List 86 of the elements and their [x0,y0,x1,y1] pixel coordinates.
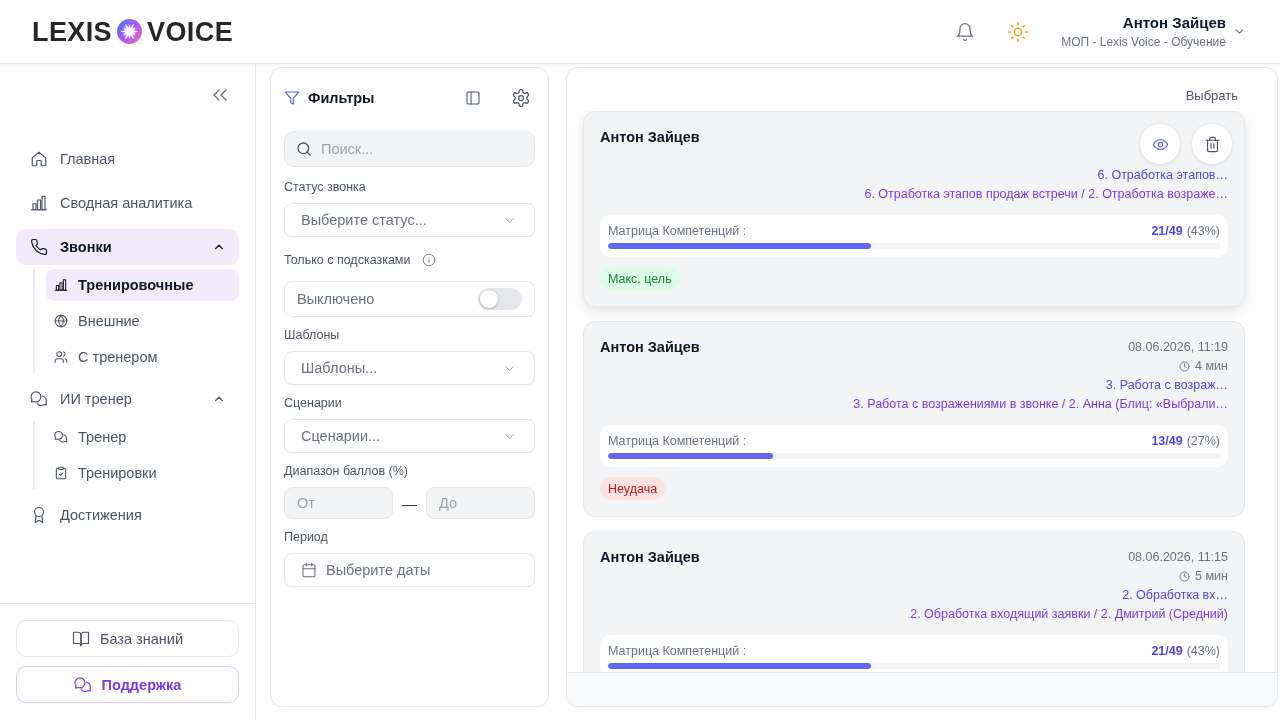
result-tag: Неудача [600,477,666,500]
caller-name: Антон Зайцев [600,338,700,357]
clock-icon [1179,361,1191,372]
field-label: Статус звонка [284,180,366,194]
trash-icon [1203,135,1221,153]
bar-chart-icon [30,194,48,212]
metric-percent: (43%) [1186,224,1220,238]
logo-text: VOICE [147,16,234,47]
metric-percent: (27%) [1186,434,1220,448]
open-book-icon [71,629,90,648]
select-button[interactable]: Выбрать [1185,80,1238,111]
toggle-switch[interactable] [478,288,522,310]
nav-subitem[interactable]: Тренер [46,421,239,453]
scenario-title[interactable]: 2. Обработка вх… [1122,586,1228,605]
caller-name: Антон Зайцев [600,128,700,147]
dropdown-select[interactable]: Сценарии... [284,419,535,453]
metric-score: 13/49 [1151,434,1183,448]
scenario-title[interactable]: 6. Отработка этапов… [1097,166,1228,185]
metric-percent: (43%) [1186,644,1220,658]
result-tag: Макс. цель [600,267,680,290]
starburst-logo-icon [117,19,143,44]
dropdown-select[interactable]: Шаблоны... [284,351,535,385]
nav-item[interactable]: Сводная аналитика [16,185,239,221]
sidebar-panel-icon[interactable] [465,90,481,106]
range-dash: — [402,494,417,512]
nav-item[interactable]: Достижения [16,497,239,533]
chat-bubbles-icon [73,675,92,694]
range-from-input[interactable]: От [284,487,393,519]
clipboard-check-icon [54,466,68,480]
metric-label: Матрица Компетенций : [608,433,747,449]
nav-item[interactable]: Главная [16,141,239,177]
toggle-status: Выключено [297,291,375,307]
search-icon [296,141,312,157]
field-label: Диапазон баллов (%) [284,464,408,478]
panel-title: Фильтры [308,90,375,106]
user-role: МОП - Lexis Voice - Обучение [1061,35,1226,50]
call-card[interactable]: Антон Зайцев 08.06.2026, 11:19 4 мин 3. Работа с возраж… 3. Работа с возражениями в звонке / 2. Анна (Блиц: «Выбрали… Матрица Компетенций : 13/49 (27%) Неудача [583,321,1245,517]
home-icon [30,150,48,168]
nav-subitem[interactable]: Тренировки [46,457,239,489]
scenario-path[interactable]: 3. Работа с возражениями в звонке / 2. Анна (Блиц: «Выбрали… [853,395,1228,414]
call-card[interactable]: Антон Зайцев 6. Отработка этапов… 6. Отработка этапов продаж встречи / 2. Отработка возраже… Матрица Компетенций : 21/49 (43%) Макс. цель [583,111,1245,307]
field-label: Только с подсказками [284,253,411,267]
nav-item[interactable]: ИИ тренер [16,381,239,417]
user-name[interactable]: Антон Зайцев [1122,13,1226,32]
metric-score: 21/49 [1151,224,1183,238]
scenario-path[interactable]: 2. Обработка входящий заявки / 2. Дмитрий (Средний) [910,605,1228,624]
nav-item[interactable]: Звонки [16,229,239,265]
users-icon [54,350,68,364]
scenario-path[interactable]: 6. Отработка этапов продаж встречи / 2. Отработка возраже… [864,185,1228,204]
metric-label: Матрица Компетенций : [608,643,747,659]
globe-icon [54,314,68,328]
call-duration: 5 мин [1195,568,1228,585]
search-field[interactable]: Поиск... [284,131,535,167]
chat-bubbles-icon [30,390,48,408]
sidebar-button[interactable]: База знаний [16,620,239,657]
clock-icon [1179,571,1191,582]
range-to-input[interactable]: До [426,487,535,519]
filter-icon [284,90,300,106]
caller-name: Антон Зайцев [600,548,700,567]
date-picker[interactable]: Выберите даты [284,553,535,587]
field-label: Период [284,530,328,544]
scenario-title[interactable]: 3. Работа с возраж… [1105,376,1228,395]
phone-icon [30,238,48,256]
chat-bubbles-icon [54,430,68,444]
settings-icon[interactable] [511,88,531,108]
nav-subitem[interactable]: Внешние [46,305,239,337]
field-label: Сценарии [284,396,342,410]
sidebar-button[interactable]: Поддержка [16,666,239,703]
logo-text: LEXIS [32,16,113,47]
nav-subitem[interactable]: Тренировочные [46,269,239,301]
bar-chart-icon [54,278,68,292]
info-icon[interactable] [422,253,437,267]
dropdown-select[interactable]: Выберите статус... [284,203,535,237]
delete-button[interactable] [1192,124,1232,164]
metric-label: Матрица Компетенций : [608,223,747,239]
field-label: Шаблоны [284,328,340,342]
call-card[interactable]: Антон Зайцев 08.06.2026, 11:15 5 мин 2. Обработка вх… 2. Обработка входящий заявки / 2. Дмитрий (Средний) Матрица Компетенций : 21/49 (43%) [583,531,1245,672]
metric-score: 21/49 [1151,644,1183,658]
bell-icon[interactable] [955,21,976,42]
sun-icon[interactable] [1007,20,1030,43]
call-date: 08.06.2026, 11:19 [1128,339,1228,356]
call-date: 08.06.2026, 11:15 [1128,549,1228,566]
view-button[interactable] [1140,124,1180,164]
nav-subitem[interactable]: С тренером [46,341,239,373]
calendar-icon [301,562,317,578]
call-duration: 4 мин [1195,358,1228,375]
